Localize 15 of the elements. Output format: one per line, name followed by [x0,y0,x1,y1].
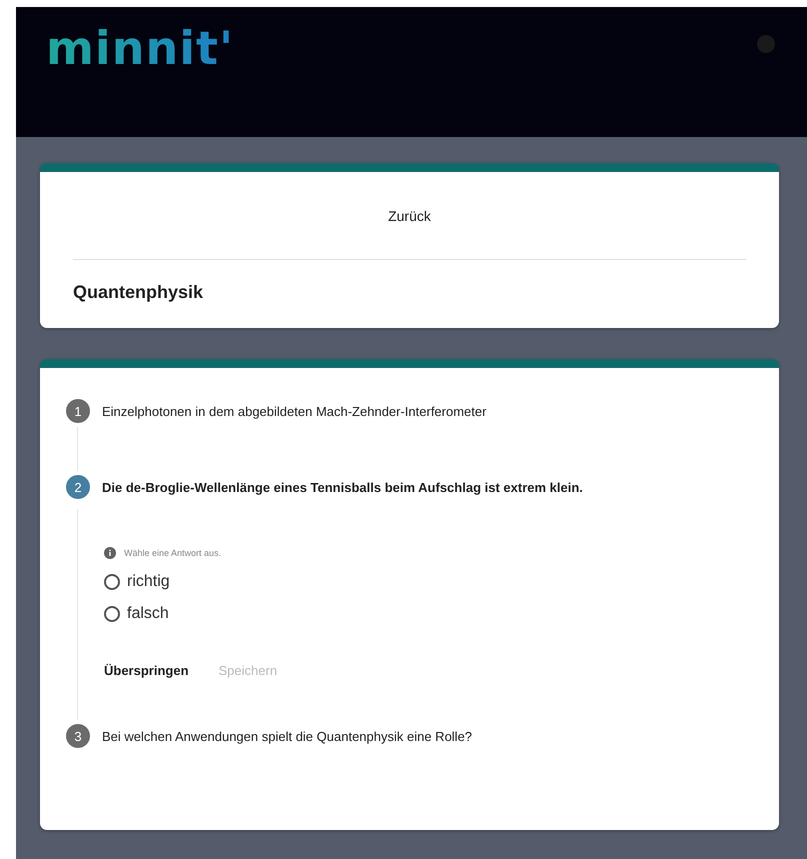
step-number: 1 [66,399,90,423]
step-number: 3 [66,724,90,748]
hint-text: Wähle eine Antwort aus. [124,548,222,558]
step-title[interactable]: Bei welchen Anwendungen spielt die Quantenphysik eine Rolle? [102,728,472,744]
radio-button[interactable] [104,606,120,622]
step-title[interactable]: Die de-Broglie-Wellenlänge eines Tennisballs beim Aufschlag ist extrem klein. [102,480,583,494]
info-icon [104,547,116,559]
step-title[interactable]: Einzelphotonen in dem abgebildeten Mach-Zehnder-Interferometer [102,404,486,418]
course-title: Quantenphysik [73,281,204,303]
step-number: 2 [66,475,90,499]
radio-button[interactable] [104,574,120,590]
skip-button[interactable]: Überspringen [104,659,189,682]
option-label[interactable]: falsch [127,605,169,623]
back-link[interactable]: Zurück [388,208,431,224]
option-label[interactable]: richtig [127,573,170,591]
